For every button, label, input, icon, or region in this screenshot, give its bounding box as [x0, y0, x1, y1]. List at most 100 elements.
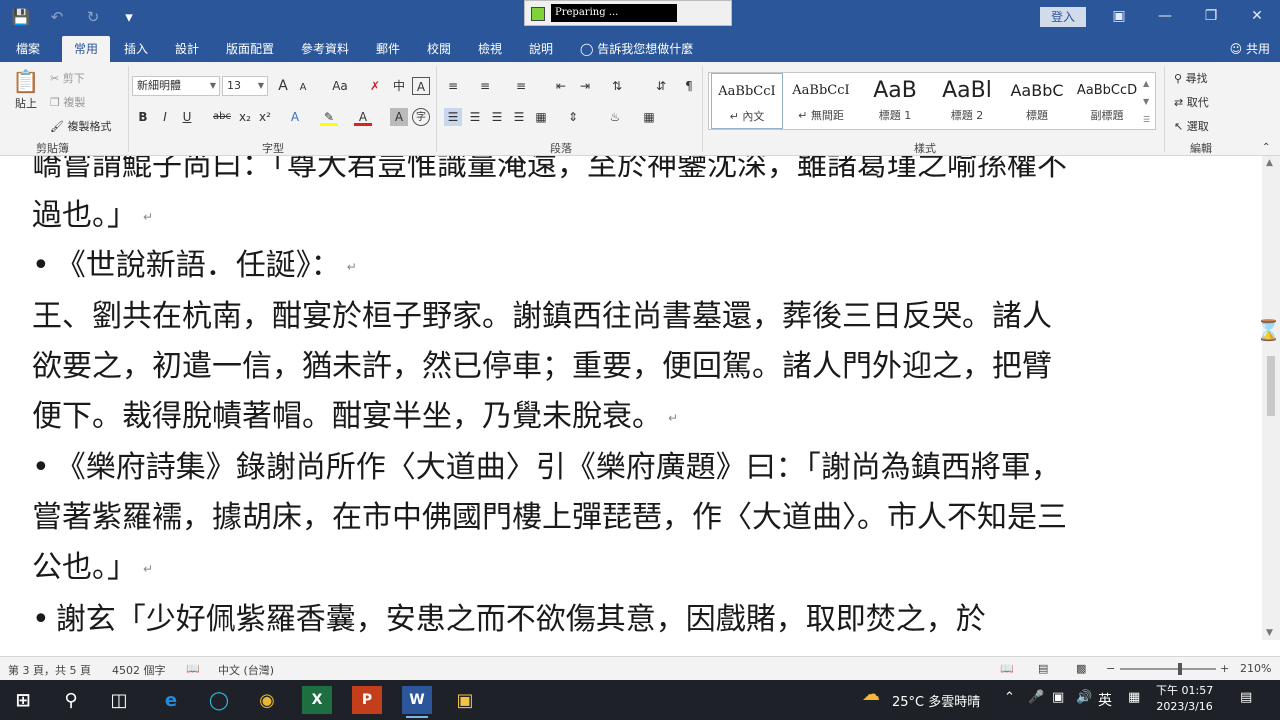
save-icon[interactable]: 💾 — [10, 6, 32, 28]
minimize-icon[interactable]: — — [1142, 0, 1188, 32]
collapse-ribbon-icon[interactable]: ⌃ — [1262, 142, 1270, 153]
web-layout-icon[interactable]: ▩ — [1076, 662, 1086, 675]
word-icon[interactable]: W — [402, 686, 432, 718]
clear-formatting-icon[interactable]: ✗ — [366, 77, 384, 95]
increase-indent-icon[interactable]: ⇥ — [576, 77, 594, 95]
character-border-icon[interactable]: A — [412, 77, 430, 95]
excel-icon[interactable]: X — [302, 686, 332, 714]
zoom-level[interactable]: 210% — [1240, 662, 1271, 675]
chrome-icon[interactable]: ◉ — [252, 686, 282, 714]
underline-icon[interactable]: U — [178, 108, 196, 126]
style-heading-2[interactable]: AaBl 標題 2 — [931, 73, 1003, 129]
file-explorer-icon[interactable]: ▣ — [450, 686, 480, 714]
subscript-icon[interactable]: x₂ — [236, 108, 254, 126]
windows-start-icon[interactable]: ⊞ — [8, 686, 38, 714]
font-name-combo[interactable]: 新細明體 ▼ — [132, 76, 220, 96]
select-button[interactable]: ↖ 選取 — [1174, 118, 1209, 134]
tab-layout[interactable]: 版面配置 — [226, 40, 274, 57]
multilevel-list-icon[interactable]: ≡ — [512, 77, 530, 95]
signin-button[interactable]: 登入 — [1040, 7, 1086, 27]
vertical-scrollbar[interactable]: ▲ ▼ — [1262, 156, 1280, 640]
customize-qat-icon[interactable]: ▾ — [118, 6, 140, 28]
line-spacing-icon[interactable]: ⇕ — [564, 108, 582, 126]
asian-layout-icon[interactable]: ⇅ — [608, 77, 626, 95]
restore-icon[interactable]: ❐ — [1188, 0, 1234, 32]
tab-home[interactable]: 常用 — [62, 36, 111, 64]
style-no-spacing[interactable]: AaBbCcI ↵ 無間距 — [785, 73, 857, 129]
font-size-combo[interactable]: 13 ▼ — [222, 76, 268, 96]
strikethrough-icon[interactable]: abc — [210, 108, 234, 126]
zoom-in-button[interactable]: + — [1220, 662, 1229, 675]
phonetic-guide-icon[interactable]: 中 — [390, 77, 408, 95]
edge-icon[interactable]: ◯ — [204, 686, 234, 714]
network-icon[interactable]: ▣ — [1052, 690, 1064, 705]
show-marks-icon[interactable]: ¶ — [680, 77, 698, 95]
zoom-slider-handle[interactable] — [1178, 663, 1182, 675]
enclose-characters-icon[interactable]: 字 — [412, 108, 430, 126]
ime-mode-icon[interactable]: ▦ — [1128, 690, 1140, 705]
weather-text[interactable]: 25°C 多雲時晴 — [892, 691, 980, 710]
align-left-icon[interactable]: ☰ — [444, 108, 462, 126]
borders-icon[interactable]: ▦ — [640, 108, 658, 126]
powerpoint-icon[interactable]: P — [352, 686, 382, 714]
ime-indicator[interactable]: 英 — [1098, 690, 1112, 710]
align-right-icon[interactable]: ☰ — [488, 108, 506, 126]
ie-icon[interactable]: e — [156, 686, 186, 714]
style-subtitle[interactable]: AaBbCcD 副標題 — [1071, 73, 1143, 129]
text-effects-icon[interactable]: A — [286, 108, 304, 126]
language-indicator[interactable]: 中文 (台灣) — [218, 662, 274, 678]
share-button[interactable]: ☺ 共用 — [1230, 40, 1270, 57]
numbering-icon[interactable]: ≡ — [476, 77, 494, 95]
tab-design[interactable]: 設計 — [175, 40, 199, 57]
tab-references[interactable]: 參考資料 — [301, 40, 349, 57]
print-layout-icon[interactable]: ▤ — [1038, 662, 1048, 675]
tray-chevron-icon[interactable]: ⌃ — [1004, 690, 1015, 705]
tab-mailings[interactable]: 郵件 — [376, 40, 400, 57]
superscript-icon[interactable]: x² — [256, 108, 274, 126]
character-shading-icon[interactable]: A — [390, 108, 408, 126]
tab-help[interactable]: 說明 — [529, 40, 553, 57]
style-normal[interactable]: AaBbCcI ↵ 內文 — [711, 73, 783, 129]
search-icon[interactable]: ⚲ — [56, 686, 86, 714]
style-heading-1[interactable]: AaB 標題 1 — [859, 73, 931, 129]
word-count[interactable]: 4502 個字 — [112, 662, 166, 678]
ribbon-display-options-icon[interactable]: ▣ — [1096, 0, 1142, 32]
redo-icon[interactable]: ↻ — [82, 6, 104, 28]
style-title[interactable]: AaBbC 標題 — [1001, 73, 1073, 129]
replace-button[interactable]: ⇄ 取代 — [1174, 94, 1209, 110]
justify-icon[interactable]: ☰ — [510, 108, 528, 126]
decrease-indent-icon[interactable]: ⇤ — [552, 77, 570, 95]
cut-button[interactable]: ✂ 剪下 — [50, 70, 85, 86]
tab-review[interactable]: 校閱 — [427, 40, 451, 57]
align-center-icon[interactable]: ☰ — [466, 108, 484, 126]
tab-file[interactable]: 檔案 — [16, 40, 40, 57]
styles-scroll-icon[interactable]: ▲ ▼ ☰ — [1143, 75, 1150, 129]
scroll-down-icon[interactable]: ▼ — [1266, 628, 1273, 638]
task-view-icon[interactable]: ◫ — [104, 686, 134, 714]
shading-icon[interactable]: ♨ — [606, 108, 624, 126]
distributed-icon[interactable]: ▦ — [532, 108, 550, 126]
bold-icon[interactable]: B — [134, 108, 152, 126]
volume-icon[interactable]: 🔊 — [1076, 690, 1092, 705]
close-icon[interactable]: ✕ — [1234, 0, 1280, 32]
bullets-icon[interactable]: ≡ — [444, 77, 462, 95]
shrink-font-icon[interactable]: A — [294, 79, 312, 97]
change-case-icon[interactable]: Aa — [326, 77, 354, 95]
scroll-thumb[interactable] — [1267, 356, 1275, 416]
weather-icon[interactable]: ☁ — [862, 684, 880, 705]
highlight-icon[interactable]: ✎ — [320, 108, 338, 126]
grow-font-icon[interactable]: A — [274, 77, 292, 95]
format-painter-button[interactable]: 🖌 複製格式 — [50, 118, 111, 134]
proofing-icon[interactable]: 📖 — [186, 662, 200, 675]
copy-button[interactable]: ❐ 複製 — [50, 94, 85, 110]
sort-icon[interactable]: ⇵ — [652, 77, 670, 95]
tell-me-box[interactable]: ◯ 告訴我您想做什麼 — [580, 40, 693, 57]
microphone-icon[interactable]: 🎤 — [1028, 690, 1044, 705]
read-mode-icon[interactable]: 📖 — [1000, 662, 1014, 675]
find-button[interactable]: ⚲ 尋找 — [1174, 70, 1208, 86]
font-color-icon[interactable]: A — [354, 108, 372, 126]
tab-view[interactable]: 檢視 — [478, 40, 502, 57]
zoom-slider[interactable] — [1120, 668, 1216, 670]
document-page[interactable]: 嶠嘗謂鯤子尚曰：「尊大君豈惟識量淹遠，至於神鑒沈深，雖諸葛瑾之喻孫權不 過也。」… — [0, 156, 1262, 640]
italic-icon[interactable]: I — [156, 108, 174, 126]
